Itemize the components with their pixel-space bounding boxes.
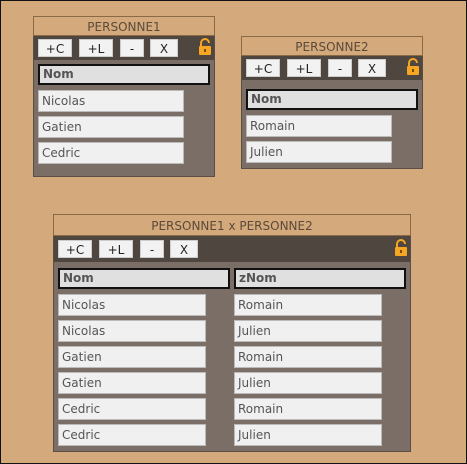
- table-cell[interactable]: Julien: [234, 424, 382, 446]
- panel-body: +C +L - X Nom Nicolas Gatien Cedric: [33, 36, 215, 177]
- list-item[interactable]: Julien: [246, 141, 392, 163]
- open-padlock-icon[interactable]: [198, 38, 212, 56]
- table-panel-product: PERSONNE1 x PERSONNE2 +C +L - X Nom zNom…: [53, 214, 411, 452]
- table-cell[interactable]: Julien: [234, 372, 382, 394]
- table-cell[interactable]: Romain: [234, 398, 382, 420]
- list-item[interactable]: Romain: [246, 115, 392, 137]
- panel-title: PERSONNE2: [241, 36, 423, 56]
- panel-body: +C +L - X Nom Romain Julien: [241, 56, 423, 169]
- list-item[interactable]: Cedric: [38, 142, 184, 164]
- panel-title: PERSONNE1 x PERSONNE2: [53, 214, 411, 236]
- table-cell[interactable]: Cedric: [58, 424, 206, 446]
- column-header-nom[interactable]: Nom: [58, 268, 230, 289]
- add-line-button[interactable]: +L: [79, 39, 113, 57]
- column-header-znom[interactable]: zNom: [234, 268, 406, 289]
- remove-button[interactable]: -: [140, 240, 164, 258]
- table-cell[interactable]: Julien: [234, 320, 382, 342]
- panel-toolbar: +C +L - X: [34, 36, 214, 60]
- list-item[interactable]: Nicolas: [38, 90, 184, 112]
- close-button[interactable]: X: [358, 59, 386, 77]
- panel-toolbar: +C +L - X: [54, 236, 410, 262]
- open-padlock-icon[interactable]: [394, 239, 408, 257]
- close-button[interactable]: X: [150, 39, 178, 57]
- table-cell[interactable]: Nicolas: [58, 320, 206, 342]
- column-header-nom[interactable]: Nom: [246, 89, 418, 110]
- remove-button[interactable]: -: [120, 39, 144, 57]
- add-line-button[interactable]: +L: [287, 59, 321, 77]
- table-cell[interactable]: Gatien: [58, 346, 206, 368]
- table-cell[interactable]: Nicolas: [58, 294, 206, 316]
- table-cell[interactable]: Romain: [234, 294, 382, 316]
- list-item[interactable]: Gatien: [38, 116, 184, 138]
- column-header-nom[interactable]: Nom: [38, 64, 210, 85]
- table-cell[interactable]: Romain: [234, 346, 382, 368]
- table-cell[interactable]: Cedric: [58, 398, 206, 420]
- open-padlock-icon[interactable]: [406, 58, 420, 76]
- add-column-button[interactable]: +C: [58, 240, 92, 258]
- close-button[interactable]: X: [170, 240, 198, 258]
- panel-title: PERSONNE1: [33, 16, 215, 36]
- panel-body: +C +L - X Nom zNom Nicolas Romain Nicola…: [53, 236, 411, 452]
- add-column-button[interactable]: +C: [38, 39, 72, 57]
- add-line-button[interactable]: +L: [99, 240, 133, 258]
- remove-button[interactable]: -: [328, 59, 352, 77]
- table-panel-personne2: PERSONNE2 +C +L - X Nom Romain Julien: [241, 36, 423, 169]
- table-panel-personne1: PERSONNE1 +C +L - X Nom Nicolas Gatien C…: [33, 16, 215, 177]
- add-column-button[interactable]: +C: [246, 59, 280, 77]
- panel-toolbar: +C +L - X: [242, 56, 422, 80]
- table-cell[interactable]: Gatien: [58, 372, 206, 394]
